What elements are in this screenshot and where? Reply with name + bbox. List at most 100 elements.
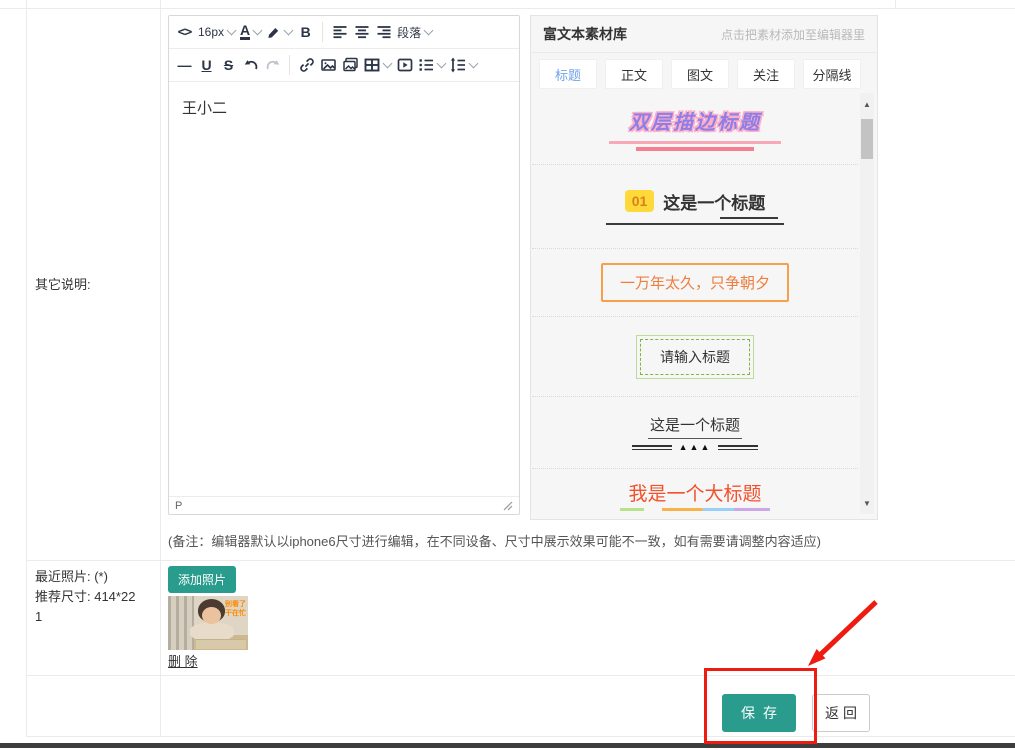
scrollbar-thumb[interactable] bbox=[861, 119, 873, 159]
photo-face-art bbox=[202, 607, 221, 624]
material-item-orange-box[interactable]: 一万年太久，只争朝夕 bbox=[532, 249, 858, 317]
ordered-list-button[interactable] bbox=[416, 52, 447, 78]
chevron-down-icon bbox=[253, 26, 263, 36]
chevron-down-icon bbox=[383, 59, 393, 69]
insert-gallery-button[interactable] bbox=[340, 52, 361, 78]
tab-follow[interactable]: 关注 bbox=[737, 59, 795, 89]
tab-divider[interactable]: 分隔线 bbox=[803, 59, 861, 89]
table-icon bbox=[364, 57, 380, 73]
rainbow-underline-decoration bbox=[620, 508, 770, 511]
bold-button[interactable]: B bbox=[295, 19, 316, 45]
insert-link-button[interactable] bbox=[296, 52, 317, 78]
number-badge: 01 bbox=[625, 190, 655, 212]
line-height-icon bbox=[450, 57, 466, 73]
green-box: 请输入标题 bbox=[636, 335, 754, 379]
paragraph-format-select[interactable]: 段落 bbox=[395, 19, 434, 45]
chevron-down-icon bbox=[469, 59, 479, 69]
material-text: 双层描边标题 bbox=[629, 106, 761, 135]
delete-photo-link[interactable]: 删 除 bbox=[168, 651, 198, 670]
divider-label-column bbox=[160, 0, 161, 736]
panel-title: 富文本素材库 bbox=[543, 24, 627, 44]
material-tabs: 标题 正文 图文 关注 分隔线 bbox=[531, 53, 877, 95]
resize-handle-icon[interactable] bbox=[503, 501, 513, 511]
panel-hint: 点击把素材添加至编辑器里 bbox=[721, 26, 865, 43]
align-right-button[interactable] bbox=[373, 19, 394, 45]
underline-button[interactable]: U bbox=[196, 52, 217, 78]
material-list: 双层描边标题 01 这是一个标题 一万年太久，只争朝夕 请输入标题 bbox=[532, 93, 858, 518]
divider-top bbox=[0, 8, 1015, 9]
scroll-up-icon[interactable]: ▲ bbox=[860, 97, 874, 111]
ordered-list-icon bbox=[418, 57, 434, 73]
photo-label-line: 1 bbox=[35, 607, 155, 627]
editor-note: (备注：编辑器默认以iphone6尺寸进行编辑，在不同设备、尺寸中展示效果可能不… bbox=[168, 531, 821, 550]
material-text: 这是一个标题 bbox=[663, 189, 765, 214]
align-center-button[interactable] bbox=[351, 19, 372, 45]
undo-icon bbox=[243, 58, 259, 72]
divider-row2 bbox=[26, 675, 1015, 676]
material-item-double-stroke[interactable]: 双层描边标题 bbox=[532, 93, 858, 165]
underline-decoration bbox=[636, 147, 754, 151]
toolbar-separator bbox=[289, 55, 290, 75]
undo-button[interactable] bbox=[240, 52, 261, 78]
divider-topcell bbox=[895, 0, 896, 8]
chevron-down-icon bbox=[284, 26, 294, 36]
highlighter-pen-icon bbox=[266, 25, 281, 40]
divider-row3 bbox=[26, 736, 1015, 737]
redo-icon bbox=[265, 58, 281, 72]
editor-toolbar-row1: <> 16px A B 段落 bbox=[169, 16, 519, 49]
material-text: 这是一个标题 bbox=[648, 414, 742, 439]
material-library-panel: 富文本素材库 点击把素材添加至编辑器里 标题 正文 图文 关注 分隔线 双层描边… bbox=[530, 15, 878, 520]
horizontal-rule-button[interactable]: — bbox=[174, 52, 195, 78]
align-right-icon bbox=[376, 24, 392, 40]
rich-text-editor: <> 16px A B 段落 — U S bbox=[168, 15, 520, 515]
underline-decoration bbox=[600, 217, 790, 225]
tab-body-text[interactable]: 正文 bbox=[605, 59, 663, 89]
editor-content-area[interactable]: 王小二 bbox=[169, 82, 519, 496]
panel-scrollbar[interactable]: ▲ ▼ bbox=[860, 93, 874, 514]
align-left-icon bbox=[332, 24, 348, 40]
photo-label-line: 推荐尺寸: 414*22 bbox=[35, 587, 155, 607]
font-color-button[interactable]: A bbox=[238, 19, 263, 45]
add-photo-button[interactable]: 添加照片 bbox=[168, 566, 236, 593]
insert-video-button[interactable] bbox=[394, 52, 415, 78]
chevron-down-icon bbox=[227, 26, 237, 36]
align-center-icon bbox=[354, 24, 370, 40]
tab-title[interactable]: 标题 bbox=[539, 59, 597, 89]
insert-table-button[interactable] bbox=[362, 52, 393, 78]
tab-image-text[interactable]: 图文 bbox=[671, 59, 729, 89]
triangles-icon: ▲▲▲ bbox=[679, 443, 712, 452]
link-icon bbox=[299, 57, 315, 73]
window-bottom-edge bbox=[0, 743, 1015, 748]
back-button[interactable]: 返回 bbox=[812, 694, 870, 732]
line-height-button[interactable] bbox=[448, 52, 479, 78]
photo-thumbnail[interactable]: 别看了 干在忙 bbox=[168, 596, 248, 650]
editor-status-bar: P bbox=[169, 496, 519, 514]
material-text: 我是一个大标题 bbox=[628, 479, 761, 506]
material-item-triangles[interactable]: 这是一个标题 ▲▲▲ bbox=[532, 397, 858, 469]
material-text: 请输入标题 bbox=[640, 339, 750, 375]
highlight-color-button[interactable] bbox=[264, 19, 294, 45]
photo-label-line: 最近照片: (*) bbox=[35, 567, 155, 587]
align-left-button[interactable] bbox=[329, 19, 350, 45]
material-item-green-dashed[interactable]: 请输入标题 bbox=[532, 317, 858, 397]
photo-desk-art bbox=[196, 639, 246, 649]
font-size-select[interactable]: 16px bbox=[196, 19, 237, 45]
strikethrough-button[interactable]: S bbox=[218, 52, 239, 78]
image-gallery-icon bbox=[342, 57, 359, 73]
save-button[interactable]: 保存 bbox=[722, 694, 796, 732]
insert-image-button[interactable] bbox=[318, 52, 339, 78]
divider-left bbox=[26, 0, 27, 736]
code-view-button[interactable]: <> bbox=[174, 19, 195, 45]
material-item-big-title[interactable]: 我是一个大标题 bbox=[532, 469, 858, 520]
annotation-arrow bbox=[784, 594, 884, 674]
scroll-down-icon[interactable]: ▼ bbox=[860, 496, 874, 510]
material-panel-header: 富文本素材库 点击把素材添加至编辑器里 bbox=[531, 16, 877, 53]
font-color-icon: A bbox=[240, 24, 250, 40]
material-item-numbered[interactable]: 01 这是一个标题 bbox=[532, 165, 858, 249]
image-icon bbox=[320, 57, 337, 73]
chevron-down-icon bbox=[437, 59, 447, 69]
editor-toolbar-row2: — U S bbox=[169, 49, 519, 82]
photo-overlay-text: 别看了 干在忙 bbox=[225, 600, 246, 618]
redo-button[interactable] bbox=[262, 52, 283, 78]
form-page: 其它说明: <> 16px A B 段落 — U bbox=[0, 0, 1015, 750]
